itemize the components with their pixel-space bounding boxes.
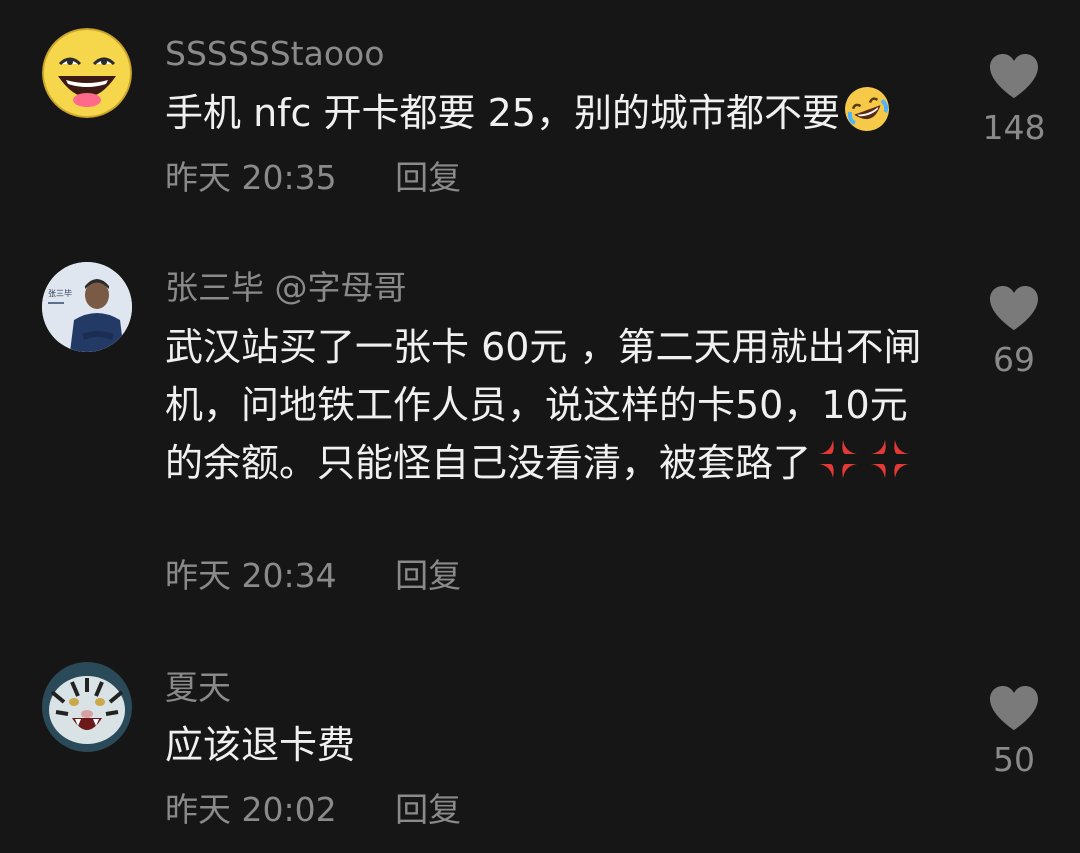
comment-meta: 昨天 20:02 回复 <box>165 790 461 830</box>
rolling-laughing-emoji-icon <box>842 84 892 134</box>
like-count: 69 <box>993 340 1035 379</box>
comment-text-content: 手机 nfc 开卡都要 25，别的城市都不要 <box>165 91 840 135</box>
comment-text: 应该退卡费 <box>165 716 940 774</box>
comment-username[interactable]: 张三毕 @字母哥 <box>165 268 407 308</box>
like-count: 50 <box>993 740 1035 779</box>
comment-text-content: 武汉站买了一张卡 60元 ，第二天用就出不闸机，问地铁工作人员，说这样的卡50，… <box>165 325 922 485</box>
comment-text: 武汉站买了一张卡 60元 ，第二天用就出不闸机，问地铁工作人员，说这样的卡50，… <box>165 318 940 492</box>
comment-item: 夏天 应该退卡费 昨天 20:02 回复 50 <box>0 630 1080 853</box>
heart-icon[interactable] <box>988 52 1040 100</box>
avatar[interactable] <box>42 28 132 118</box>
comment-item: 张三毕 张三毕 @字母哥 武汉站买了一张卡 60元 ，第二天用就出不闸机，问地铁… <box>0 230 1080 630</box>
anger-symbol-emoji-icon <box>865 434 915 484</box>
comment-username[interactable]: SSSSSStaooo <box>165 34 384 74</box>
comment-username[interactable]: 夏天 <box>165 668 231 708</box>
heart-icon[interactable] <box>988 284 1040 332</box>
laughing-face-avatar-icon <box>42 28 132 118</box>
avatar[interactable]: 张三毕 <box>42 262 132 352</box>
avatar-caption: 张三毕 <box>48 288 72 298</box>
like-control: 50 <box>975 684 1053 780</box>
heart-icon[interactable] <box>988 684 1040 732</box>
like-count: 148 <box>982 108 1046 147</box>
reply-button[interactable]: 回复 <box>395 556 461 596</box>
comment-time: 昨天 20:02 <box>165 790 337 829</box>
like-control: 148 <box>975 52 1053 148</box>
comment-meta: 昨天 20:34 回复 <box>165 556 461 596</box>
reply-button[interactable]: 回复 <box>395 158 461 198</box>
comment-item: SSSSSStaooo 手机 nfc 开卡都要 25，别的城市都不要 昨天 20… <box>0 0 1080 230</box>
person-photo-avatar-icon: 张三毕 <box>42 262 132 352</box>
comment-text-content: 应该退卡费 <box>165 723 356 767</box>
anger-symbol-emoji-icon <box>813 434 863 484</box>
comment-text: 手机 nfc 开卡都要 25，别的城市都不要 <box>165 84 940 142</box>
comment-meta: 昨天 20:35 回复 <box>165 158 461 198</box>
comment-time: 昨天 20:34 <box>165 556 337 595</box>
tiger-avatar-icon <box>42 662 132 752</box>
like-control: 69 <box>975 284 1053 380</box>
reply-button[interactable]: 回复 <box>395 790 461 830</box>
avatar[interactable] <box>42 662 132 752</box>
comment-time: 昨天 20:35 <box>165 158 337 197</box>
